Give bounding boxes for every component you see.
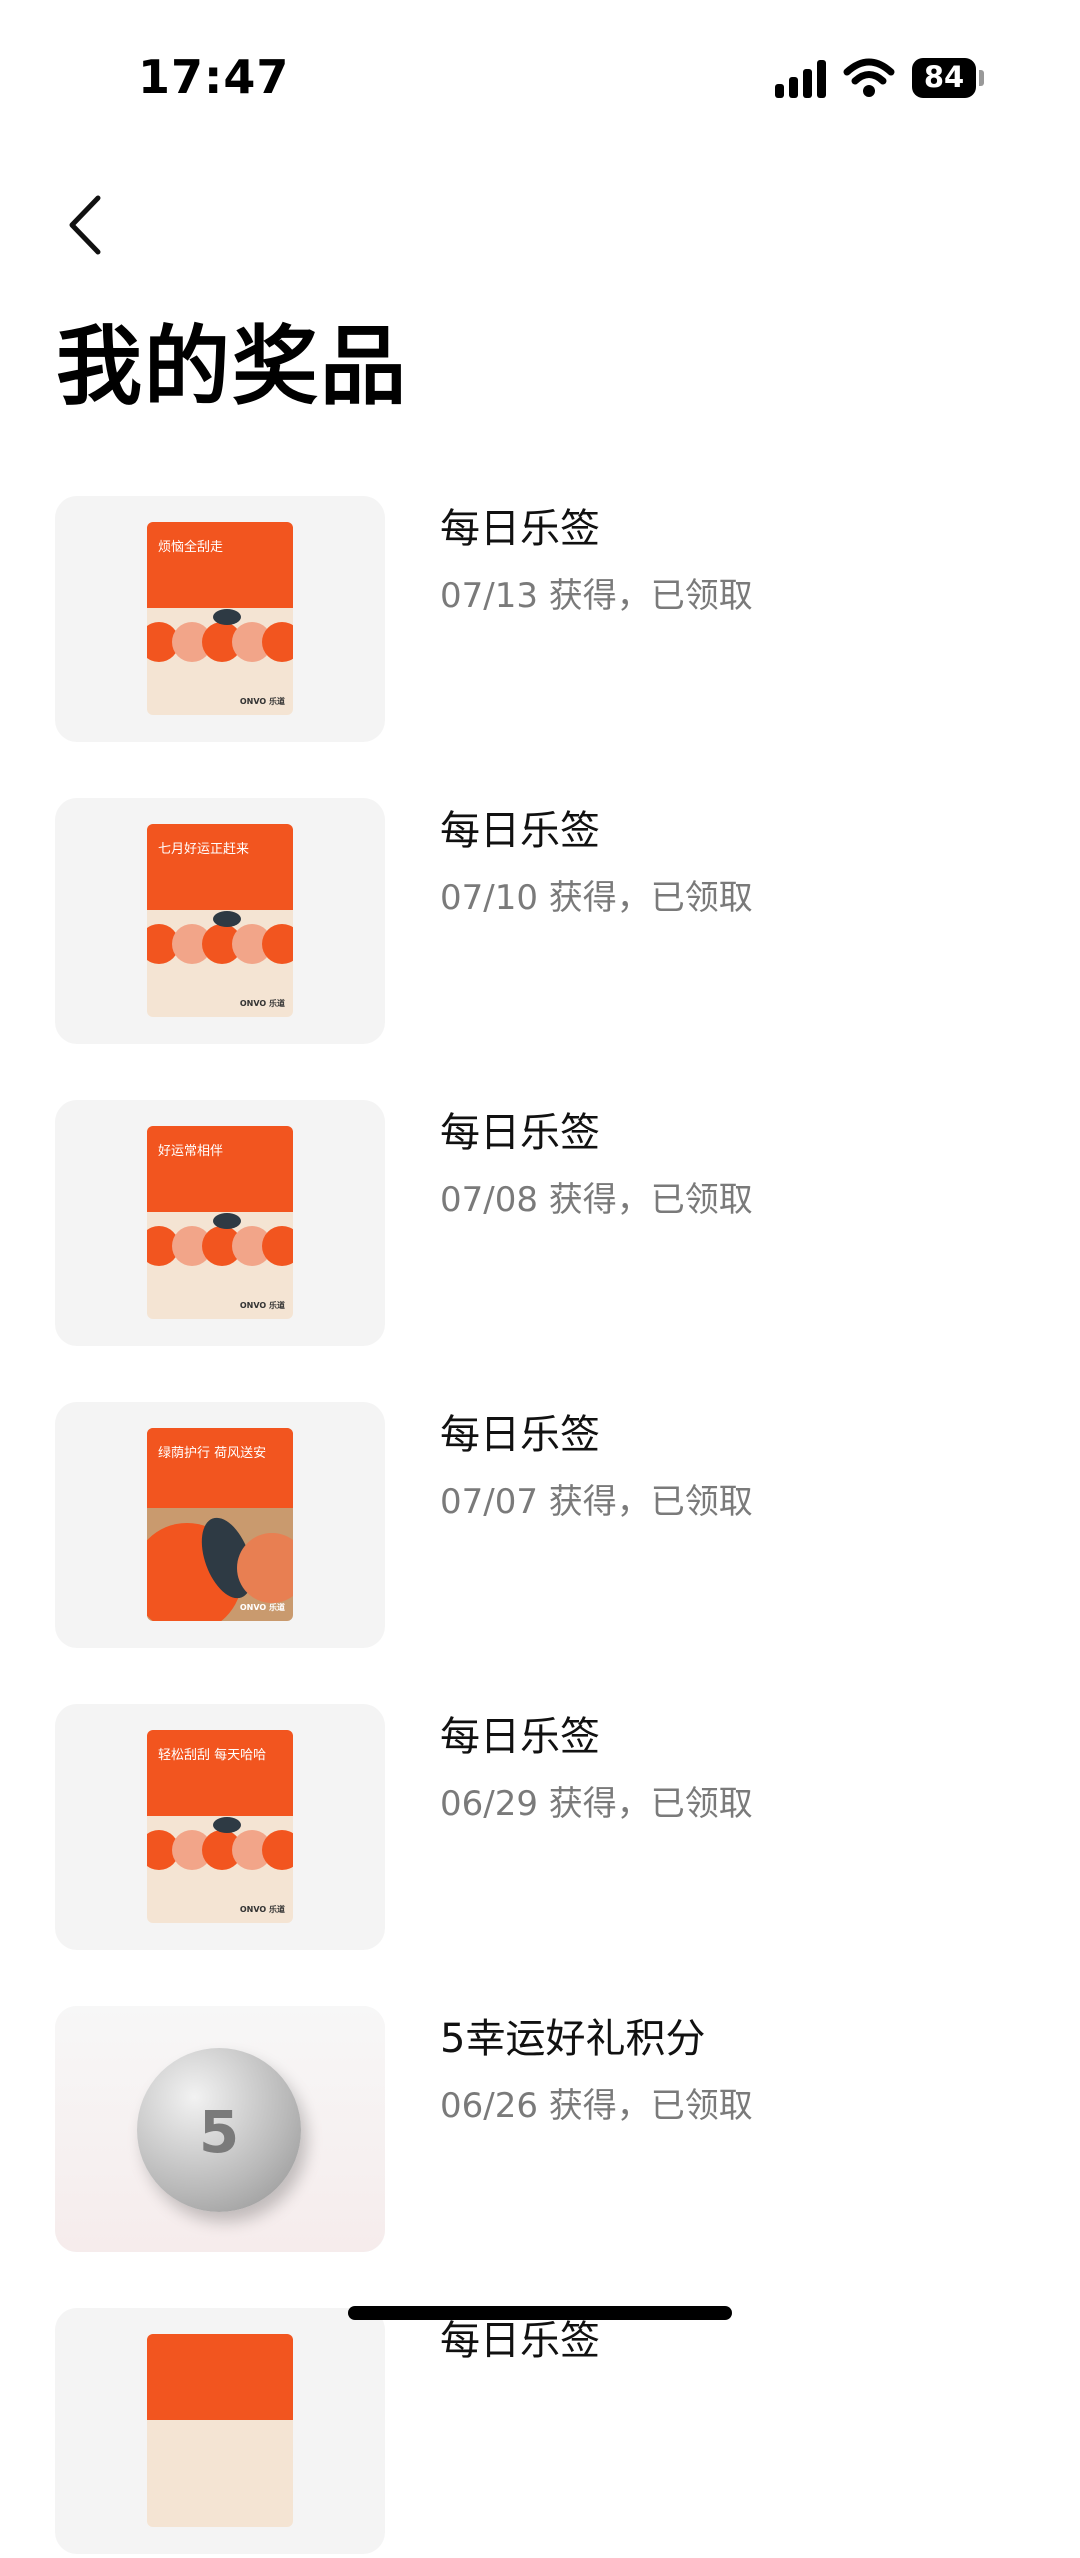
card-logo: ONVO 乐道 (239, 1905, 285, 1914)
back-arrow-icon[interactable] (60, 190, 120, 260)
card-logo: ONVO 乐道 (239, 999, 285, 1008)
card-logo: ONVO 乐道 (239, 697, 285, 706)
prize-thumbnail: 七月好运正赶来 ONVO 乐道 (55, 798, 385, 1044)
points-coin-image: 5 (137, 2048, 301, 2212)
prize-thumbnail (55, 2308, 385, 2554)
prize-subtitle: 07/08 获得，已领取 (440, 1180, 753, 1220)
card-text: 烦恼全刮走 (158, 540, 224, 555)
fortune-card-image: 好运常相伴 ONVO 乐道 (147, 1126, 293, 1319)
card-logo: ONVO 乐道 (239, 1301, 285, 1310)
card-text: 轻松刮刮 每天哈哈 (158, 1748, 267, 1763)
prize-subtitle: 06/29 获得，已领取 (440, 1784, 753, 1824)
page-title: 我的奖品 (56, 317, 408, 417)
fortune-card-image: 七月好运正赶来 ONVO 乐道 (147, 824, 293, 1017)
prize-item[interactable]: 好运常相伴 ONVO 乐道 每日乐签 07/08 获得，已领取 (0, 1100, 1080, 1350)
prize-item[interactable]: 烦恼全刮走 ONVO 乐道 每日乐签 07/13 获得，已领取 (0, 496, 1080, 746)
fortune-card-image (147, 2334, 293, 2527)
prize-item[interactable]: 5 5幸运好礼积分 06/26 获得，已领取 (0, 2006, 1080, 2256)
prize-item[interactable]: 每日乐签 (0, 2308, 1080, 2558)
prize-title: 每日乐签 (440, 506, 600, 552)
card-logo: ONVO 乐道 (239, 1603, 285, 1612)
prize-thumbnail: 好运常相伴 ONVO 乐道 (55, 1100, 385, 1346)
prize-subtitle: 07/10 获得，已领取 (440, 878, 753, 918)
prize-thumbnail: 轻松刮刮 每天哈哈 ONVO 乐道 (55, 1704, 385, 1950)
prize-subtitle: 06/26 获得，已领取 (440, 2086, 753, 2126)
prize-thumbnail: 5 (55, 2006, 385, 2252)
card-text: 绿荫护行 荷风送安 (158, 1446, 267, 1461)
prize-item[interactable]: 绿荫护行 荷风送安 ONVO 乐道 每日乐签 07/07 获得，已领取 (0, 1402, 1080, 1652)
prize-title: 5幸运好礼积分 (440, 2016, 706, 2062)
prize-thumbnail: 烦恼全刮走 ONVO 乐道 (55, 496, 385, 742)
battery-level: 84 (923, 60, 965, 94)
status-time: 17:47 (138, 50, 290, 104)
battery-icon: 84 (912, 58, 984, 100)
status-bar: 17:47 84 (0, 0, 1080, 150)
fortune-card-image: 轻松刮刮 每天哈哈 ONVO 乐道 (147, 1730, 293, 1923)
wifi-icon (843, 58, 895, 97)
prize-title: 每日乐签 (440, 1714, 600, 1760)
fortune-card-image: 烦恼全刮走 ONVO 乐道 (147, 522, 293, 715)
prize-title: 每日乐签 (440, 1110, 600, 1156)
fortune-card-image: 绿荫护行 荷风送安 ONVO 乐道 (147, 1428, 293, 1621)
prize-thumbnail: 绿荫护行 荷风送安 ONVO 乐道 (55, 1402, 385, 1648)
card-text: 好运常相伴 (158, 1144, 224, 1159)
prize-subtitle: 07/13 获得，已领取 (440, 576, 753, 616)
cellular-signal-icon (775, 60, 826, 98)
coin-number: 5 (198, 2098, 240, 2166)
prize-title: 每日乐签 (440, 808, 600, 854)
prize-item[interactable]: 七月好运正赶来 ONVO 乐道 每日乐签 07/10 获得，已领取 (0, 798, 1080, 1048)
prize-subtitle: 07/07 获得，已领取 (440, 1482, 753, 1522)
prize-title: 每日乐签 (440, 1412, 600, 1458)
home-indicator[interactable] (348, 2306, 732, 2320)
card-text: 七月好运正赶来 (158, 842, 250, 857)
prize-item[interactable]: 轻松刮刮 每天哈哈 ONVO 乐道 每日乐签 06/29 获得，已领取 (0, 1704, 1080, 1954)
